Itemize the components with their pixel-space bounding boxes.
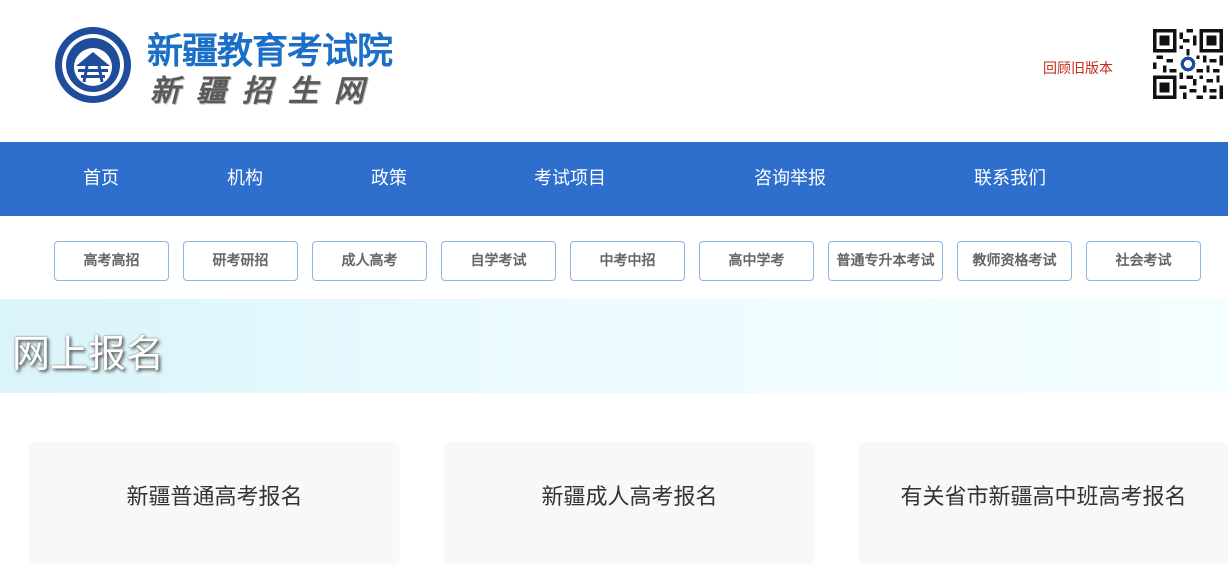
nav-item-consult-report[interactable]: 咨询举报 xyxy=(730,142,850,216)
category-upgrade-exam-button[interactable]: 普通专升本考试 xyxy=(828,241,943,281)
qr-code-icon xyxy=(1153,29,1223,99)
registration-card-xinjiang-class[interactable]: 有关省市新疆高中班高考报名 xyxy=(859,443,1228,564)
old-version-link[interactable]: 回顾旧版本 xyxy=(1043,58,1113,78)
registration-card-adult[interactable]: 新疆成人高考报名 xyxy=(445,443,814,564)
category-graduate-exam-button[interactable]: 研考研招 xyxy=(183,241,298,281)
site-header: 新疆教育考试院 新疆招生网 回顾旧版本 xyxy=(0,0,1228,142)
exam-category-bar: 高考高招 研考研招 成人高考 自学考试 中考中招 高中学考 普通专升本考试 教师… xyxy=(0,216,1228,299)
category-adult-exam-button[interactable]: 成人高考 xyxy=(312,241,427,281)
nav-item-contact-us[interactable]: 联系我们 xyxy=(950,142,1070,216)
main-nav: 首页 机构 政策 考试项目 咨询举报 联系我们 xyxy=(0,142,1228,216)
nav-item-exam-projects[interactable]: 考试项目 xyxy=(510,142,630,216)
site-subtitle: 新疆招生网 xyxy=(150,74,380,109)
card-label: 新疆普通高考报名 xyxy=(126,485,303,510)
nav-item-organization[interactable]: 机构 xyxy=(204,142,286,216)
exam-institute-emblem-icon[interactable] xyxy=(54,26,132,104)
category-academic-test-button[interactable]: 高中学考 xyxy=(699,241,814,281)
category-social-exam-button[interactable]: 社会考试 xyxy=(1086,241,1201,281)
page-title: 网上报名 xyxy=(12,332,165,376)
category-self-study-button[interactable]: 自学考试 xyxy=(441,241,556,281)
card-label: 有关省市新疆高中班高考报名 xyxy=(900,485,1187,510)
nav-item-home[interactable]: 首页 xyxy=(60,142,142,216)
category-zhongkao-button[interactable]: 中考中招 xyxy=(570,241,685,281)
nav-item-policy[interactable]: 政策 xyxy=(348,142,430,216)
category-gaokao-button[interactable]: 高考高招 xyxy=(54,241,169,281)
registration-card-gaokao[interactable]: 新疆普通高考报名 xyxy=(30,443,399,564)
card-label: 新疆成人高考报名 xyxy=(541,485,718,510)
section-banner: 网上报名 xyxy=(0,299,1228,393)
category-teacher-qualification-button[interactable]: 教师资格考试 xyxy=(957,241,1072,281)
